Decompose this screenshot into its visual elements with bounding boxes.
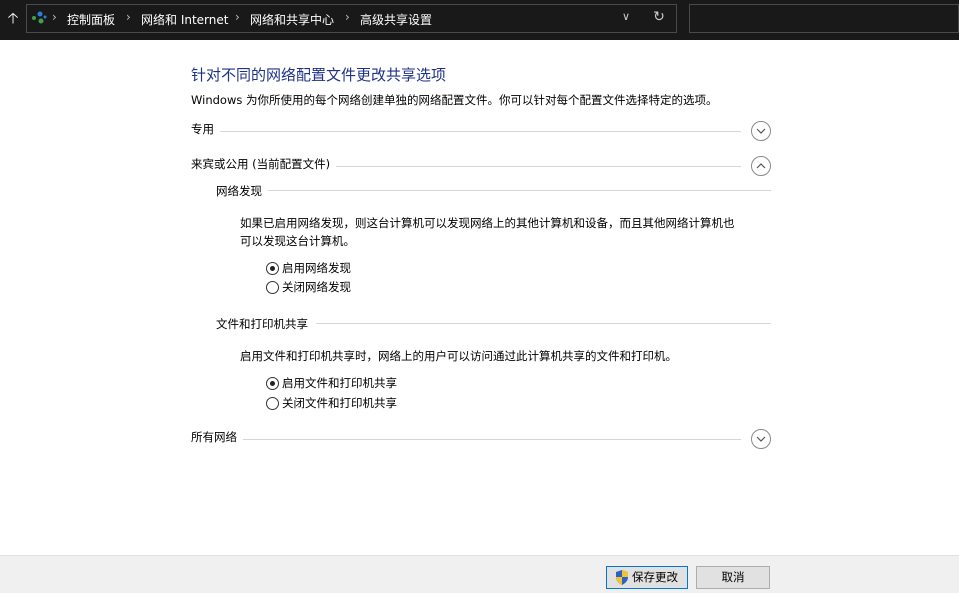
- refresh-icon[interactable]: ↻: [651, 9, 667, 27]
- divider: [211, 131, 741, 132]
- radio-button[interactable]: [266, 397, 279, 410]
- chevron-right-icon: ›: [235, 10, 240, 24]
- file-printer-sharing-description: 启用文件和打印机共享时，网络上的用户可以访问通过此计算机共享的文件和打印机。: [240, 349, 677, 363]
- uac-shield-icon: [616, 570, 628, 585]
- radio-label: 启用网络发现: [282, 261, 351, 275]
- chevron-down-icon: [756, 128, 766, 134]
- up-arrow-icon[interactable]: 🡡: [4, 8, 22, 28]
- search-input[interactable]: [689, 4, 959, 33]
- radio-label: 启用文件和打印机共享: [282, 376, 397, 390]
- divider: [241, 439, 741, 440]
- divider: [268, 190, 771, 191]
- save-changes-button[interactable]: 保存更改: [606, 566, 688, 589]
- network-discovery-description-line2: 可以发现这台计算机。: [240, 234, 355, 248]
- network-discovery-heading: 网络发现: [216, 183, 268, 199]
- section-all-networks[interactable]: 所有网络: [191, 429, 771, 449]
- chevron-up-icon: [756, 163, 766, 169]
- page-description: Windows 为你所使用的每个网络创建单独的网络配置文件。你可以针对每个配置文…: [191, 93, 718, 107]
- footer-bar: 保存更改 取消: [0, 555, 959, 593]
- chevron-right-icon: ›: [345, 10, 350, 24]
- section-guest-public[interactable]: 来宾或公用 (当前配置文件): [191, 156, 771, 176]
- chevron-down-icon: [756, 436, 766, 442]
- section-guest-public-label: 来宾或公用 (当前配置文件): [191, 156, 337, 172]
- cancel-button[interactable]: 取消: [696, 566, 770, 589]
- section-all-networks-label: 所有网络: [191, 429, 243, 445]
- collapse-guest-public-button[interactable]: [751, 156, 771, 176]
- radio-label: 关闭网络发现: [282, 280, 351, 294]
- expand-private-button[interactable]: [751, 121, 771, 141]
- file-printer-sharing-heading: 文件和打印机共享: [216, 316, 314, 332]
- chevron-right-icon: ›: [126, 10, 131, 24]
- network-discovery-description-line1: 如果已启用网络发现，则这台计算机可以发现网络上的其他计算机和设备，而且其他网络计…: [240, 216, 735, 230]
- breadcrumb-advanced-sharing[interactable]: 高级共享设置: [360, 11, 432, 28]
- section-private-label: 专用: [191, 121, 220, 137]
- chevron-down-icon[interactable]: ∨: [619, 10, 633, 26]
- breadcrumb-network-internet[interactable]: 网络和 Internet: [141, 11, 228, 28]
- breadcrumb-control-panel[interactable]: 控制面板: [67, 11, 115, 28]
- expand-all-networks-button[interactable]: [751, 429, 771, 449]
- breadcrumb-network-sharing-center[interactable]: 网络和共享中心: [250, 11, 334, 28]
- radio-button-selected[interactable]: [266, 377, 279, 390]
- chevron-right-icon: ›: [52, 10, 57, 24]
- radio-button-selected[interactable]: [266, 262, 279, 275]
- divider: [316, 323, 771, 324]
- radio-button[interactable]: [266, 281, 279, 294]
- network-icon: [32, 11, 47, 24]
- radio-label: 关闭文件和打印机共享: [282, 396, 397, 410]
- page-title: 针对不同的网络配置文件更改共享选项: [191, 66, 447, 84]
- section-private[interactable]: 专用: [191, 121, 771, 141]
- address-bar[interactable]: › 控制面板 › 网络和 Internet › 网络和共享中心 › 高级共享设置…: [26, 4, 677, 33]
- divider: [311, 166, 741, 167]
- navigation-bar: 🡡 › 控制面板 › 网络和 Internet › 网络和共享中心 › 高级共享…: [0, 0, 959, 40]
